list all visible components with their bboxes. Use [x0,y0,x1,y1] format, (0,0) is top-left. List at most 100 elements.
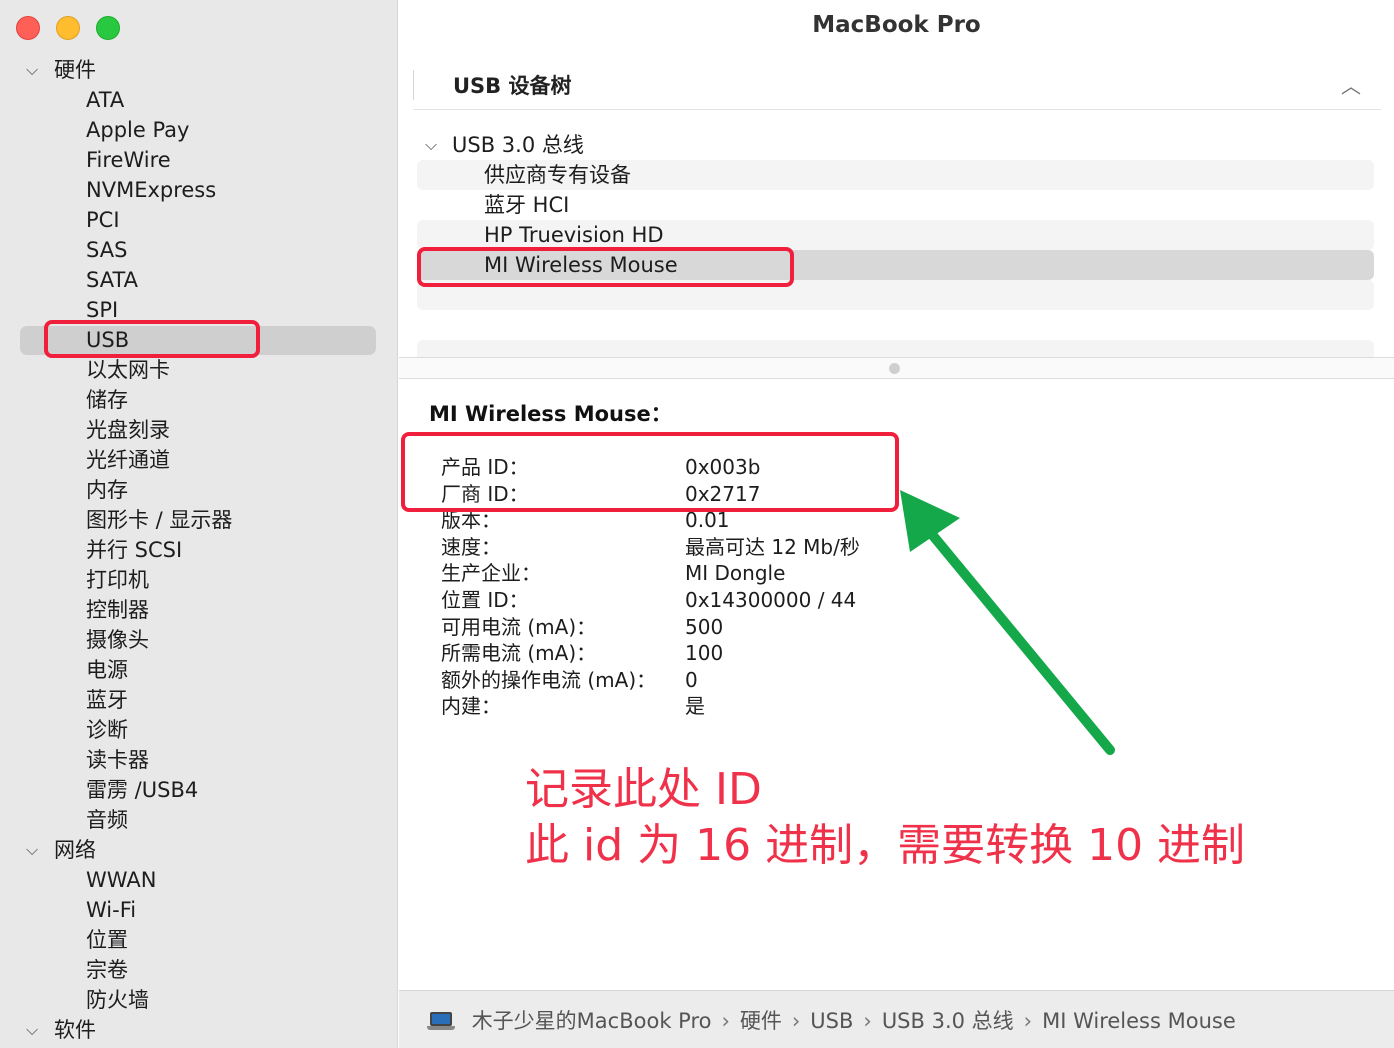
breadcrumb-item[interactable]: 木子少星的MacBook Pro [472,1009,712,1033]
sidebar-group-label: 硬件 [54,58,96,82]
property-value: 最高可达 12 Mb/秒 [685,535,860,559]
breadcrumb-item[interactable]: MI Wireless Mouse [1042,1009,1236,1033]
sidebar-item[interactable]: 蓝牙 [0,685,398,715]
sidebar-item[interactable]: 电源 [0,655,398,685]
sidebar-item[interactable]: 光盘刻录 [0,415,398,445]
sidebar-item[interactable]: ATA [0,85,398,115]
sidebar-item[interactable]: 打印机 [0,565,398,595]
sidebar-item[interactable]: FireWire [0,145,398,175]
sidebar-item[interactable]: 以太网卡 [0,355,398,385]
path-bar: 木子少星的MacBook Pro › 硬件 › USB › USB 3.0 总线 › MI Wi… [399,990,1394,1048]
system-information-window: ⌵ 硬件 ATA Apple Pay FireWire NVMExpress PCI SAS S… [0,0,1394,1048]
sidebar-item-label: 音频 [86,808,128,832]
sidebar-item-label: WWAN [86,868,157,892]
sidebar-item[interactable]: 防火墙 [0,985,398,1015]
sidebar-item[interactable]: Wi-Fi [0,895,398,925]
tree-row[interactable]: 供应商专有设备 [417,160,1374,190]
sidebar-group[interactable]: ⌵ 软件 [0,1015,398,1045]
tree-row-label: HP Truevision HD [484,223,664,247]
chevron-right-icon: › [863,1009,872,1033]
chevron-right-icon: › [721,1009,730,1033]
sidebar-item[interactable]: 诊断 [0,715,398,745]
sidebar-item[interactable]: 摄像头 [0,625,398,655]
tree-row-label: 供应商专有设备 [484,163,631,187]
minimize-window-button[interactable] [56,16,80,40]
usb-tree-section-header[interactable]: USB 设备树 ︿ [413,60,1381,110]
tree-row[interactable]: HP Truevision HD [417,220,1374,250]
sidebar-item[interactable]: 宗卷 [0,955,398,985]
sidebar-item-label: FireWire [86,148,171,172]
sidebar-item[interactable]: NVMExpress [0,175,398,205]
annotation-line: 此 id 为 16 进制，需要转换 10 进制 [525,820,1246,871]
sidebar-item-label: 并行 SCSI [86,538,183,562]
property-key: 额外的操作电流 (mA)： [441,668,657,692]
highlight-box-ids [401,432,899,512]
sidebar-group[interactable]: ⌵ 硬件 [0,55,398,85]
sidebar-item-label: Apple Pay [86,118,190,142]
sidebar-item-label: 图形卡 / 显示器 [86,508,233,532]
property-value: 500 [685,615,724,639]
chevron-up-icon[interactable]: ︿ [1341,70,1361,99]
breadcrumb: 木子少星的MacBook Pro › 硬件 › USB › USB 3.0 总线 › MI Wi… [427,1005,1236,1035]
usb-device-tree: ⌵ USB 3.0 总线 供应商专有设备 蓝牙 HCI HP Truevisio… [417,130,1374,370]
sidebar-item-label: NVMExpress [86,178,217,202]
sidebar-item[interactable]: 储存 [0,385,398,415]
sidebar-item[interactable]: 光纤通道 [0,445,398,475]
sidebar-group[interactable]: ⌵ 网络 [0,835,398,865]
chevron-right-icon: › [791,1009,801,1033]
tree-row[interactable]: 蓝牙 HCI [417,190,1374,220]
sidebar-item-label: SAS [86,238,128,262]
window-title: MacBook Pro [812,12,981,38]
sidebar-item[interactable]: 图形卡 / 显示器 [0,505,398,535]
sidebar-item-label: 位置 [86,928,128,952]
breadcrumb-item[interactable]: 硬件 [740,1009,782,1033]
sidebar-item-label: 内存 [86,478,128,502]
highlight-box-usb [44,320,260,358]
annotation-note: 记录此处 ID 此 id 为 16 进制，需要转换 10 进制 [525,762,1245,874]
property-key: 位置 ID： [441,588,529,612]
sidebar-item[interactable]: 位置 [0,925,398,955]
chevron-down-icon[interactable]: ⌵ [26,1015,38,1045]
chevron-down-icon[interactable]: ⌵ [425,130,437,160]
sidebar-item[interactable]: 并行 SCSI [0,535,398,565]
sidebar-item-label: 摄像头 [86,628,149,652]
section-title: USB 设备树 [453,74,572,98]
green-arrow-icon [900,490,1115,755]
zoom-window-button[interactable] [96,16,120,40]
chevron-down-icon[interactable]: ⌵ [26,835,38,865]
sidebar-item[interactable]: 雷雳 /USB4 [0,775,398,805]
sidebar-item-label: SATA [86,268,139,292]
tree-row-label: 蓝牙 HCI [484,193,570,217]
sidebar-item[interactable]: 读卡器 [0,745,398,775]
tree-row-root[interactable]: ⌵ USB 3.0 总线 [417,130,1374,160]
sidebar-item[interactable]: SAS [0,235,398,265]
tree-root-label: USB 3.0 总线 [452,133,584,157]
sidebar-item-label: 储存 [86,388,128,412]
split-view-divider[interactable] [399,357,1394,379]
sidebar: ⌵ 硬件 ATA Apple Pay FireWire NVMExpress PCI SAS S… [0,0,398,1048]
sidebar-item-label: 诊断 [86,718,128,742]
sidebar-item-label: 控制器 [86,598,149,622]
sidebar-item[interactable]: 内存 [0,475,398,505]
sidebar-item-label: ATA [86,88,125,112]
chevron-down-icon[interactable]: ⌵ [26,55,38,85]
sidebar-item-label: 雷雳 /USB4 [86,778,199,802]
sidebar-item[interactable]: SATA [0,265,398,295]
property-value: 0x14300000 / 44 [685,588,857,612]
property-key: 所需电流 (mA)： [441,641,597,665]
sidebar-item-label: 以太网卡 [86,358,170,382]
divider-handle[interactable] [889,363,900,374]
sidebar-item[interactable]: WWAN [0,865,398,895]
section-divider [413,70,414,100]
breadcrumb-item[interactable]: USB 3.0 总线 [882,1009,1014,1033]
sidebar-item[interactable]: Apple Pay [0,115,398,145]
sidebar-item-label: 宗卷 [86,958,128,982]
chevron-right-icon: › [1023,1009,1033,1033]
sidebar-item-label: 电源 [86,658,128,682]
sidebar-item[interactable]: 控制器 [0,595,398,625]
breadcrumb-item[interactable]: USB [810,1009,853,1033]
close-window-button[interactable] [16,16,40,40]
annotation-line: 记录此处 ID [525,764,762,815]
sidebar-item[interactable]: PCI [0,205,398,235]
sidebar-item[interactable]: 音频 [0,805,398,835]
